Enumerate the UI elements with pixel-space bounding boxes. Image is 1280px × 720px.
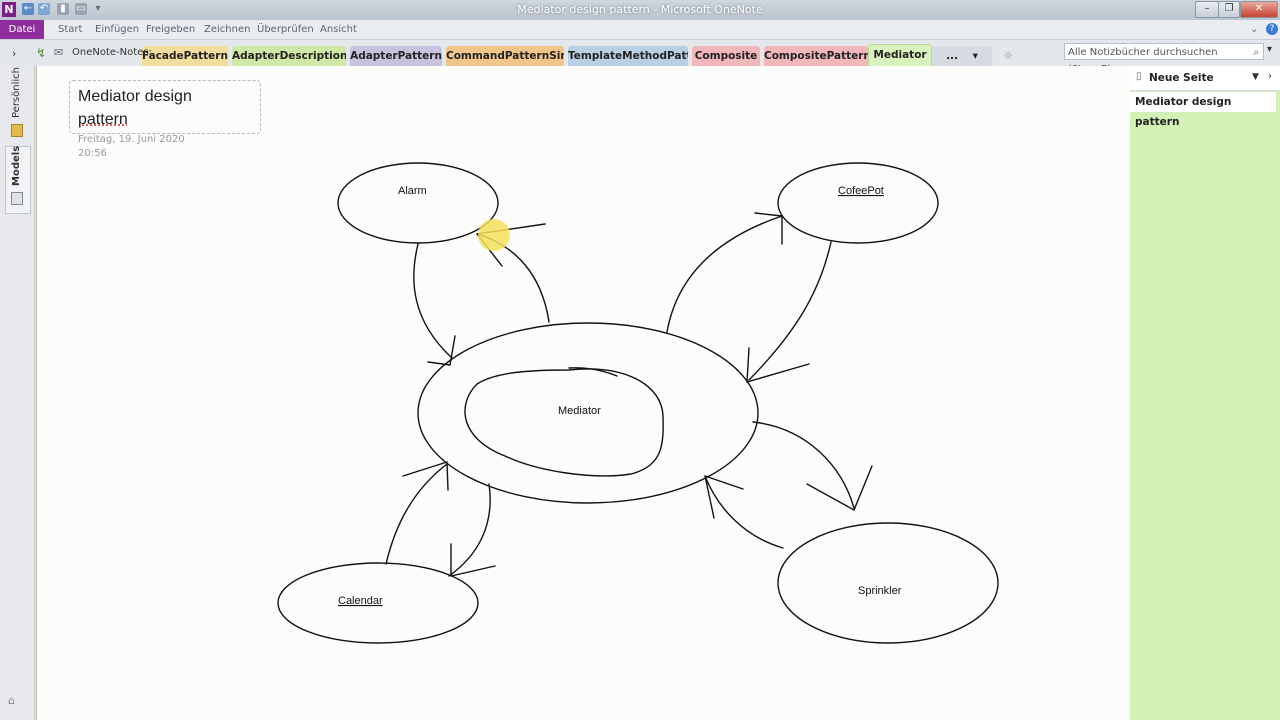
search-input[interactable]: Alle Notizbücher durchsuchen (Strg+E) ⌕ [1064, 43, 1264, 75]
new-page-icon: ▯ [1136, 71, 1142, 82]
notebook-personal[interactable]: Persönlich [11, 67, 22, 118]
arrow-mediator-to-sprinkler [752, 421, 855, 509]
collapse-pages-icon[interactable]: › [1268, 71, 1272, 82]
title-bar: N ← ↶ ▮ ▭ ▾ Mediator design pattern - Mi… [0, 0, 1280, 20]
alarm-node[interactable] [337, 162, 499, 244]
page-list-item[interactable]: Mediator design pattern [1130, 92, 1276, 128]
tab-compositepattern[interactable]: CompositePattern [764, 46, 868, 66]
unfiled-notes-icon[interactable]: ⌂ [8, 694, 15, 707]
help-icon[interactable]: ? [1266, 23, 1278, 35]
mediator-label: Mediator [558, 405, 601, 417]
arrow-mediator-to-coffeepot [666, 215, 783, 333]
arrowhead-mediator-to-sprinkler [806, 465, 873, 511]
maximize-button[interactable]: ❐ [1218, 1, 1240, 18]
tab-commandpattern[interactable]: CommandPatternSim... [446, 46, 564, 66]
tab-adapterpattern[interactable]: AdapterPattern [350, 46, 442, 66]
tab-mediator[interactable]: Mediator [868, 44, 932, 67]
new-page-button[interactable]: ▯ Neue Seite ▼ › [1130, 66, 1280, 91]
new-page-label: Neue Seite [1149, 72, 1214, 84]
arrowhead-alarm-to-mediator [427, 335, 456, 366]
tab-composite[interactable]: Composite [692, 46, 760, 66]
tab-adapterdescription[interactable]: AdapterDescription [232, 46, 346, 66]
search-scope-dropdown-icon[interactable]: ▾ [1267, 44, 1272, 55]
more-sections-label: ... [946, 50, 959, 62]
new-section-tab-icon[interactable]: ☼ [996, 46, 1020, 66]
window-title: Mediator design pattern - Microsoft OneN… [517, 3, 763, 16]
menu-insert[interactable]: Einfügen [95, 24, 139, 35]
mediator-inner-node[interactable] [464, 368, 664, 477]
menu-review[interactable]: Überprüfen [257, 24, 314, 35]
minimize-button[interactable]: – [1195, 1, 1219, 18]
notebook-name[interactable]: OneNote-Notes: [72, 47, 152, 58]
ribbon-tabs: Datei Start Einfügen Freigeben Zeichnen … [0, 20, 1280, 40]
coffeepot-node[interactable] [777, 162, 939, 244]
arrow-sprinkler-to-mediator [704, 475, 784, 549]
ink-diagram[interactable]: Alarm CofeePot Mediator Calendar Sprinkl… [37, 66, 1131, 720]
notebook-navigation-pane: Persönlich Models ⌂ [0, 66, 35, 720]
page-list-pane: ▯ Neue Seite ▼ › Mediator design pattern [1130, 66, 1280, 720]
calendar-label: Calendar [338, 595, 383, 607]
coffeepot-label: CofeePot [838, 185, 884, 197]
menu-share[interactable]: Freigeben [146, 24, 195, 35]
cursor-highlight [478, 219, 510, 251]
notebook-models[interactable]: Models [11, 146, 22, 186]
menu-view[interactable]: Ansicht [320, 24, 357, 35]
arrowhead-calendar-to-mediator [402, 461, 449, 491]
notebook-icon: ✉ [54, 46, 64, 59]
menu-draw[interactable]: Zeichnen [204, 24, 250, 35]
note-canvas[interactable]: Mediator design pattern Freitag, 19. Jun… [36, 66, 1131, 720]
arrowhead-coffeepot-to-mediator [746, 347, 810, 383]
arrow-coffeepot-to-mediator [748, 241, 832, 381]
ribbon-expand-icon[interactable]: ⌄ [1250, 24, 1258, 35]
arrow-calendar-to-mediator [385, 463, 448, 565]
search-icon[interactable]: ⌕ [1253, 44, 1259, 61]
models-notebook-icon[interactable] [11, 192, 23, 205]
arrowhead-mediator-to-calendar [450, 543, 496, 577]
tab-facadepattern[interactable]: FacadePattern [142, 46, 228, 66]
sprinkler-node[interactable] [777, 522, 999, 644]
new-page-dropdown-icon[interactable]: ▼ [1252, 72, 1259, 82]
tab-more-sections[interactable]: ... ▾ [932, 46, 992, 66]
arrow-alarm-to-mediator [413, 243, 453, 359]
alarm-label: Alarm [398, 185, 427, 197]
expand-navigation-icon[interactable]: › [12, 47, 16, 60]
file-menu[interactable]: Datei [0, 20, 44, 39]
arrow-mediator-to-calendar [448, 483, 491, 577]
tab-templatemethod[interactable]: TemplateMethodPatt... [568, 46, 688, 66]
personal-notebook-icon[interactable] [11, 124, 23, 137]
sync-icon[interactable]: ↯ [36, 46, 46, 60]
arrowhead-sprinkler-to-mediator [704, 475, 744, 519]
close-button[interactable]: ✕ [1240, 1, 1278, 18]
sprinkler-label: Sprinkler [858, 585, 902, 597]
menu-start[interactable]: Start [58, 24, 82, 35]
